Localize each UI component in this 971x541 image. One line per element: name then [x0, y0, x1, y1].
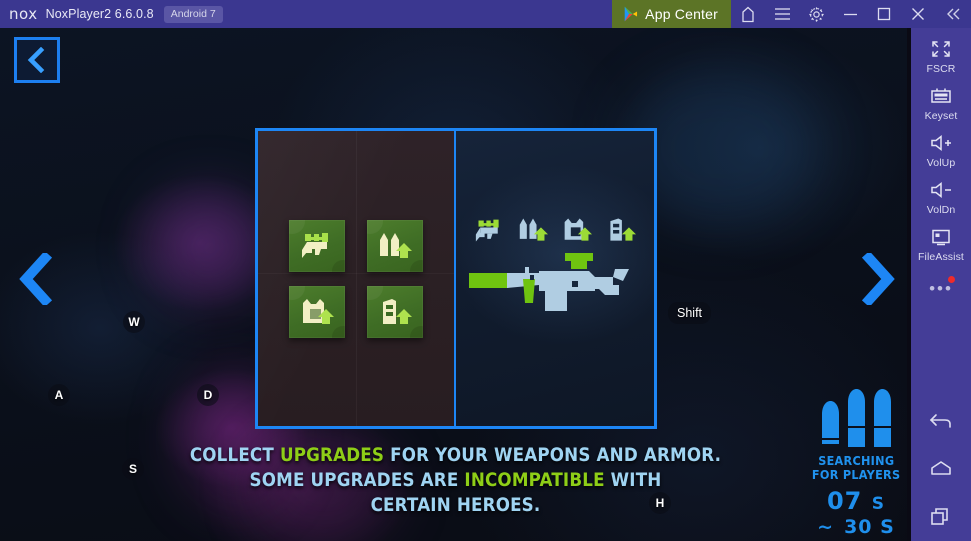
next-arrow-button[interactable] [848, 248, 908, 310]
window-title: NoxPlayer2 6.6.0.8 [45, 7, 154, 21]
shirt-icon[interactable] [731, 0, 765, 28]
app-center-button[interactable]: App Center [612, 0, 731, 28]
collapse-icon[interactable] [935, 0, 971, 28]
bullet-icon-2 [847, 389, 865, 447]
tip-text: COLLECT UPGRADES FOR YOUR WEAPONS AND AR… [55, 443, 857, 518]
volume-down-icon [929, 179, 953, 201]
pistol-glyph [302, 232, 328, 258]
tip-line1-a: COLLECT [189, 444, 280, 466]
sidebar-item-volup[interactable]: VolUp [911, 132, 971, 169]
searching-elapsed-unit: S [871, 494, 885, 514]
nox-logo: nox [9, 5, 38, 23]
key-hint-shift[interactable]: Shift [668, 302, 712, 324]
android-version-badge: Android 7 [163, 5, 223, 23]
upgrade-card-right-panel [456, 131, 654, 426]
maximize-icon[interactable] [867, 0, 901, 28]
tip-line1-highlight: UPGRADES [279, 444, 385, 466]
ammo-preview-icon [519, 218, 548, 241]
magazine-preview-icon [610, 218, 636, 241]
back-arrow-icon [929, 414, 951, 428]
key-hint-w-label: W [128, 315, 140, 329]
searching-estimate-value: 30 S [844, 516, 895, 538]
nox-sidebar: FSCR Keyset VolUp VolDn FileAssist ••• [911, 28, 971, 541]
menu-icon[interactable] [765, 0, 799, 28]
recents-icon [931, 508, 948, 525]
sidebar-item-keyset-label: Keyset [924, 110, 958, 122]
game-viewport[interactable]: W A D S H Shift COLLECT UPGRADES FOR YOU… [0, 28, 911, 541]
tip-line1-b: FOR YOUR WEAPONS AND ARMOR. [384, 444, 722, 466]
searching-label-line1: SEARCHING [817, 453, 895, 468]
volume-up-icon [929, 132, 953, 154]
upgrade-icon-grid [289, 219, 423, 338]
magazine-glyph [383, 298, 412, 324]
searching-estimate-tilde: ~ [817, 516, 835, 538]
ammo-upgrade-icon[interactable] [367, 219, 423, 272]
sidebar-more-badge [948, 276, 955, 283]
weapon-preview-icon [475, 219, 499, 242]
play-store-icon [624, 6, 638, 22]
bullets-icon-group [819, 388, 894, 448]
sidebar-item-voldn[interactable]: VolDn [911, 179, 971, 216]
tip-line2-b: WITH [604, 469, 662, 492]
title-bar: nox NoxPlayer2 6.6.0.8 Android 7 App Cen… [0, 0, 971, 28]
tip-line2-highlight: INCOMPATIBLE [464, 469, 605, 492]
close-icon[interactable] [901, 0, 935, 28]
noxplayer-window: nox NoxPlayer2 6.6.0.8 Android 7 App Cen… [0, 0, 971, 541]
android-home-button[interactable] [911, 445, 971, 493]
tip-line2-a: SOME UPGRADES ARE [249, 469, 465, 492]
ammo-glyph [380, 232, 412, 258]
tip-line-3: CERTAIN HEROES. [370, 494, 541, 517]
armor-vest-glyph [303, 298, 334, 324]
upgrade-card-left-panel [258, 131, 456, 426]
back-chevron-icon [27, 47, 45, 73]
keyboard-icon [930, 85, 952, 107]
sidebar-item-fscr[interactable]: FSCR [911, 38, 971, 75]
key-hint-a[interactable]: A [48, 384, 70, 406]
searching-for-players-widget: SEARCHING FOR PLAYERS 07 S ~30 S [800, 388, 911, 538]
back-button[interactable] [14, 37, 60, 83]
searching-elapsed-value: 07 [826, 487, 863, 515]
monitor-icon [930, 226, 952, 248]
searching-estimate-time: ~30 S [817, 516, 895, 538]
android-back-button[interactable] [911, 397, 971, 445]
tip-line-2: SOME UPGRADES ARE INCOMPATIBLE WITH [55, 468, 857, 493]
upgrade-card [255, 128, 657, 429]
bullet-icon-1 [821, 401, 839, 444]
gear-icon[interactable] [799, 0, 833, 28]
sidebar-item-more[interactable]: ••• [911, 275, 971, 301]
searching-label-line2: FOR PLAYERS [811, 467, 901, 482]
armor-upgrade-icon[interactable] [289, 285, 345, 338]
key-hint-d[interactable]: D [197, 384, 219, 406]
prev-arrow-button[interactable] [6, 248, 66, 310]
key-hint-w[interactable]: W [123, 311, 145, 333]
tip-line-1: COLLECT UPGRADES FOR YOUR WEAPONS AND AR… [55, 443, 857, 468]
upgrade-preview-row [470, 215, 640, 245]
sidebar-item-voldn-label: VolDn [926, 204, 956, 216]
bullet-icon-3 [873, 389, 891, 447]
minimize-icon[interactable] [833, 0, 867, 28]
sidebar-item-fscr-label: FSCR [926, 63, 956, 75]
armor-preview-icon [564, 218, 592, 241]
bg-glow-purple-1 [150, 188, 270, 308]
key-hint-a-label: A [54, 388, 64, 402]
assault-rifle-preview-icon [469, 253, 629, 311]
fullscreen-icon [931, 38, 951, 60]
home-icon [931, 461, 951, 475]
sidebar-item-fileassist-label: FileAssist [918, 251, 964, 263]
android-recents-button[interactable] [911, 493, 971, 541]
key-hint-shift-label: Shift [677, 306, 703, 320]
sidebar-item-keyset[interactable]: Keyset [911, 85, 971, 122]
app-center-label: App Center [645, 6, 718, 22]
sidebar-item-volup-label: VolUp [926, 157, 956, 169]
key-hint-d-label: D [203, 388, 213, 402]
weapon-upgrade-icon[interactable] [289, 219, 345, 272]
chevron-left-icon [19, 253, 53, 305]
sidebar-item-fileassist[interactable]: FileAssist [911, 226, 971, 263]
magazine-upgrade-icon[interactable] [367, 285, 423, 338]
chevron-right-icon [861, 253, 895, 305]
searching-elapsed-time: 07 S [827, 487, 885, 515]
